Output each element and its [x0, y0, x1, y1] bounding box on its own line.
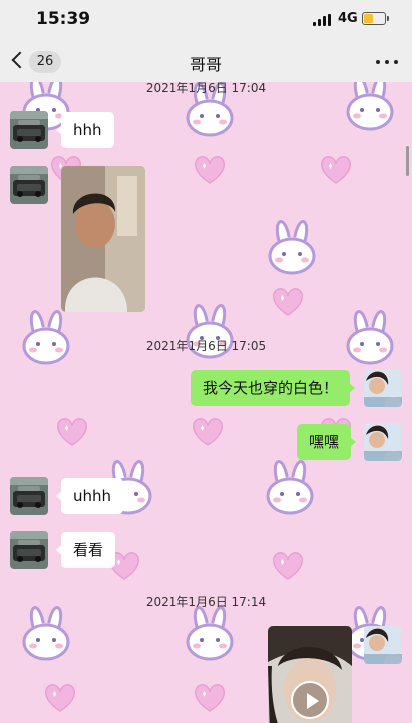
chat-title: 哥哥: [189, 55, 222, 74]
play-icon[interactable]: [291, 681, 329, 719]
timestamp: 2021年1月6日 17:05: [145, 339, 267, 353]
contact-avatar[interactable]: [10, 477, 48, 515]
timestamp: 2021年1月6日 17:14: [145, 595, 267, 609]
message-bubble-outgoing[interactable]: 我今天也穿的白色！: [191, 370, 356, 406]
user-avatar[interactable]: [364, 423, 402, 461]
user-avatar[interactable]: [364, 369, 402, 407]
battery-icon: [362, 12, 389, 25]
contact-avatar[interactable]: [10, 111, 48, 149]
status-bar: 15:39 4G: [0, 0, 412, 40]
scrollbar[interactable]: [406, 146, 409, 176]
more-dots-icon[interactable]: [376, 60, 398, 65]
contact-avatar[interactable]: [10, 166, 48, 204]
signal-icon: [313, 14, 333, 26]
status-time: 15:39: [36, 9, 91, 29]
message-image[interactable]: [61, 166, 145, 312]
contact-avatar[interactable]: [10, 531, 48, 569]
chat-area[interactable]: 2021年1月6日 17:04 hhh 2021年1月6日 17:05 我今天也…: [0, 82, 412, 723]
user-avatar[interactable]: [364, 626, 402, 664]
message-bubble-incoming[interactable]: hhh: [56, 112, 114, 148]
network-type: 4G: [338, 11, 358, 26]
message-bubble-incoming[interactable]: uhhh: [55, 478, 124, 514]
chat-header: 26 哥哥: [0, 40, 412, 82]
message-bubble-incoming[interactable]: 看看: [55, 532, 116, 568]
timestamp: 2021年1月6日 17:04: [145, 82, 267, 95]
message-video[interactable]: [268, 626, 352, 723]
message-bubble-outgoing[interactable]: 嘿嘿: [297, 424, 357, 460]
